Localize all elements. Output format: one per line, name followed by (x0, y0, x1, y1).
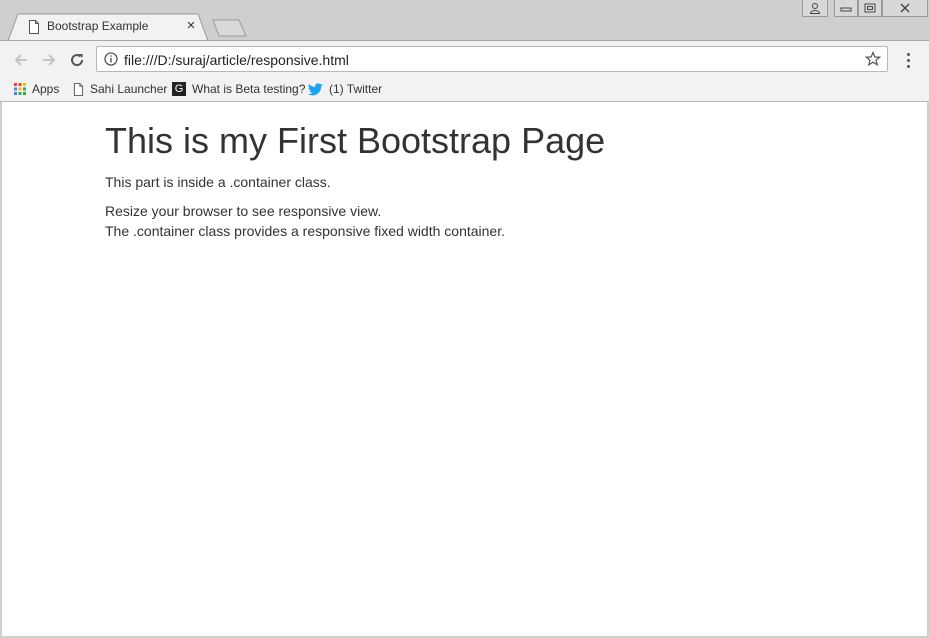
twitter-bird-icon (308, 82, 323, 95)
bookmark-label: Sahi Launcher (90, 82, 168, 96)
profile-button[interactable] (802, 0, 828, 17)
tab-title: Bootstrap Example (47, 19, 149, 33)
forward-button[interactable] (38, 49, 60, 71)
document-icon (29, 20, 39, 34)
bookmark-label: Apps (32, 82, 60, 96)
restore-icon (864, 3, 876, 13)
url-text[interactable]: file:///D:/suraj/article/responsive.html (124, 52, 349, 68)
apps-grid-icon (14, 83, 26, 95)
user-icon (809, 3, 821, 14)
restore-button[interactable] (858, 0, 882, 17)
close-window-icon (900, 3, 910, 13)
bookmark-label: What is Beta testing? (192, 82, 306, 96)
forward-arrow-icon (43, 54, 56, 66)
document-icon (73, 82, 84, 96)
reload-button[interactable] (66, 49, 88, 71)
bookmark-apps[interactable]: Apps (14, 80, 59, 98)
menu-button[interactable] (900, 49, 916, 71)
bookmarks-bar: Apps Sahi Launcher G What is Beta testin… (0, 76, 929, 102)
star-icon[interactable] (865, 51, 881, 67)
address-bar[interactable]: file:///D:/suraj/article/responsive.html (96, 46, 888, 72)
resize-paragraph-line2: The .container class provides a responsi… (105, 223, 505, 239)
back-button[interactable] (10, 49, 32, 71)
menu-dot (906, 58, 910, 62)
bookmark-label: (1) Twitter (329, 82, 383, 96)
menu-dot (906, 64, 910, 68)
close-window-button[interactable] (882, 0, 928, 17)
browser-window: Bootstrap Example × file:///D:/suraj/art… (0, 0, 929, 638)
bookmark-beta-testing[interactable]: G What is Beta testing? (172, 80, 305, 98)
tab-bootstrap-example[interactable]: Bootstrap Example × (8, 13, 208, 41)
close-icon[interactable]: × (184, 18, 198, 34)
minimize-button[interactable] (834, 0, 858, 17)
new-tab-button[interactable] (212, 19, 248, 37)
bookmark-twitter[interactable]: (1) Twitter (308, 80, 382, 98)
minimize-icon (840, 7, 852, 12)
container-paragraph: This part is inside a .container class. (105, 174, 331, 190)
reload-icon (71, 54, 84, 67)
page-viewport: This is my First Bootstrap Page This par… (2, 102, 927, 636)
page-heading: This is my First Bootstrap Page (105, 120, 606, 161)
bookmark-sahi-launcher[interactable]: Sahi Launcher (73, 80, 167, 98)
resize-paragraph-line1: Resize your browser to see responsive vi… (105, 203, 382, 219)
menu-dot (906, 52, 910, 56)
tab-strip: Bootstrap Example × (0, 0, 929, 41)
info-icon[interactable] (104, 52, 118, 66)
browser-toolbar: file:///D:/suraj/article/responsive.html (0, 40, 929, 77)
back-arrow-icon (14, 54, 27, 66)
g-favicon-icon: G (172, 82, 186, 96)
